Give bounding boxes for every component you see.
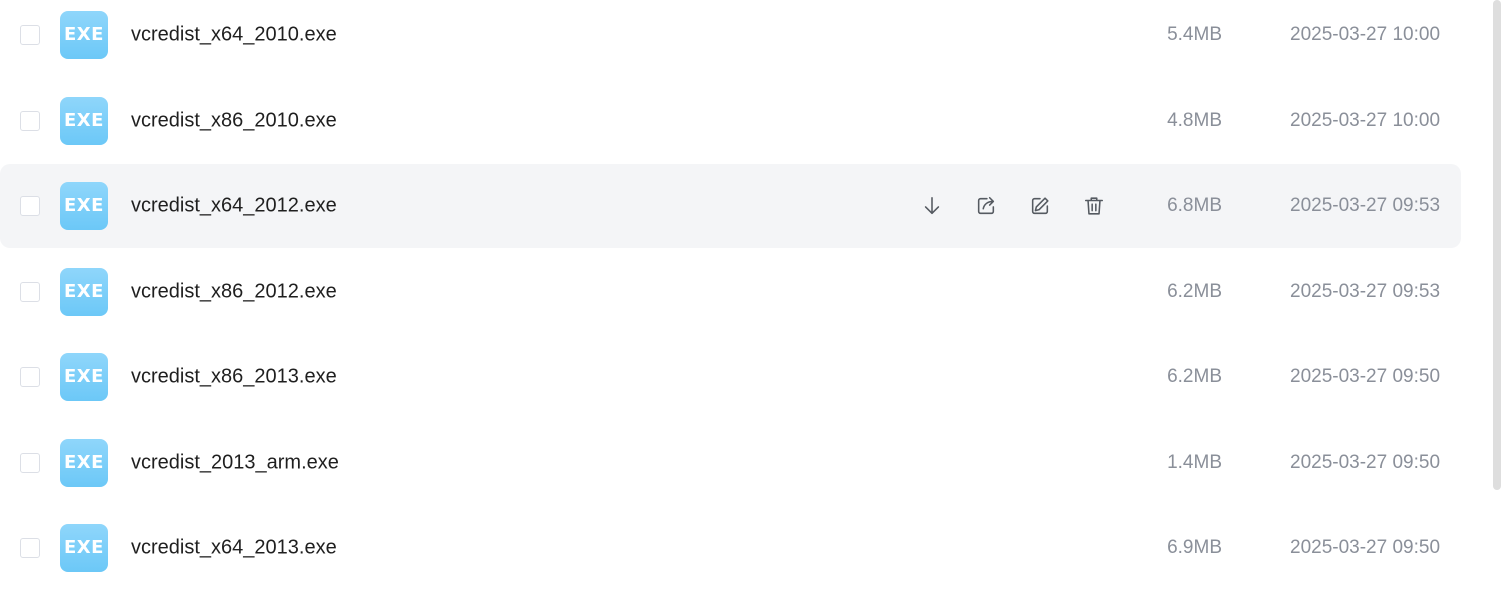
edit-icon[interactable] — [1028, 194, 1052, 218]
file-date: 2025-03-27 10:00 — [1290, 110, 1441, 131]
file-date: 2025-03-27 10:00 — [1290, 24, 1441, 45]
share-icon[interactable] — [974, 194, 998, 218]
row-checkbox[interactable] — [20, 111, 40, 131]
file-name[interactable]: vcredist_x64_2010.exe — [131, 24, 337, 47]
file-row[interactable]: EXE vcredist_x86_2012.exe 6.2MB 2025-03-… — [0, 250, 1461, 334]
file-row[interactable]: EXE vcredist_x86_2013.exe 6.2MB 2025-03-… — [0, 335, 1461, 419]
file-row-hovered[interactable]: EXE vcredist_x64_2012.exe 6.8MB 2025-03-… — [0, 164, 1461, 248]
scrollbar-thumb[interactable] — [1493, 0, 1501, 490]
row-checkbox[interactable] — [20, 196, 40, 216]
row-checkbox[interactable] — [20, 367, 40, 387]
file-row[interactable]: EXE vcredist_2013_arm.exe 1.4MB 2025-03-… — [0, 421, 1461, 505]
file-name[interactable]: vcredist_x86_2010.exe — [131, 110, 337, 133]
exe-file-icon: EXE — [60, 182, 108, 230]
row-checkbox[interactable] — [20, 453, 40, 473]
file-name[interactable]: vcredist_x64_2012.exe — [131, 195, 337, 218]
exe-file-icon: EXE — [60, 353, 108, 401]
file-date: 2025-03-27 09:50 — [1290, 366, 1441, 387]
file-size: 1.4MB — [1167, 452, 1222, 473]
file-size: 6.8MB — [1167, 195, 1222, 216]
download-icon[interactable] — [920, 194, 944, 218]
file-date: 2025-03-27 09:50 — [1290, 537, 1441, 558]
exe-file-icon: EXE — [60, 524, 108, 572]
file-size: 5.4MB — [1167, 24, 1222, 45]
file-name[interactable]: vcredist_x86_2013.exe — [131, 366, 337, 389]
file-name[interactable]: vcredist_x64_2013.exe — [131, 537, 337, 560]
file-size: 4.8MB — [1167, 110, 1222, 131]
exe-file-icon: EXE — [60, 11, 108, 59]
exe-file-icon: EXE — [60, 268, 108, 316]
file-size: 6.9MB — [1167, 537, 1222, 558]
row-checkbox[interactable] — [20, 538, 40, 558]
file-name[interactable]: vcredist_x86_2012.exe — [131, 281, 337, 304]
file-row[interactable]: EXE vcredist_x64_2013.exe 6.9MB 2025-03-… — [0, 506, 1461, 590]
file-row[interactable]: EXE vcredist_x64_2010.exe 5.4MB 2025-03-… — [0, 0, 1461, 77]
file-date: 2025-03-27 09:50 — [1290, 452, 1441, 473]
row-checkbox[interactable] — [20, 25, 40, 45]
file-row[interactable]: EXE vcredist_x86_2010.exe 4.8MB 2025-03-… — [0, 79, 1461, 163]
file-name[interactable]: vcredist_2013_arm.exe — [131, 452, 339, 475]
file-size: 6.2MB — [1167, 366, 1222, 387]
exe-file-icon: EXE — [60, 439, 108, 487]
file-list: EXE vcredist_x64_2010.exe 5.4MB 2025-03-… — [0, 0, 1462, 592]
file-date: 2025-03-27 09:53 — [1290, 281, 1441, 302]
file-size: 6.2MB — [1167, 281, 1222, 302]
exe-file-icon: EXE — [60, 97, 108, 145]
row-actions — [920, 194, 1106, 218]
delete-icon[interactable] — [1082, 194, 1106, 218]
row-checkbox[interactable] — [20, 282, 40, 302]
file-date: 2025-03-27 09:53 — [1290, 195, 1441, 216]
